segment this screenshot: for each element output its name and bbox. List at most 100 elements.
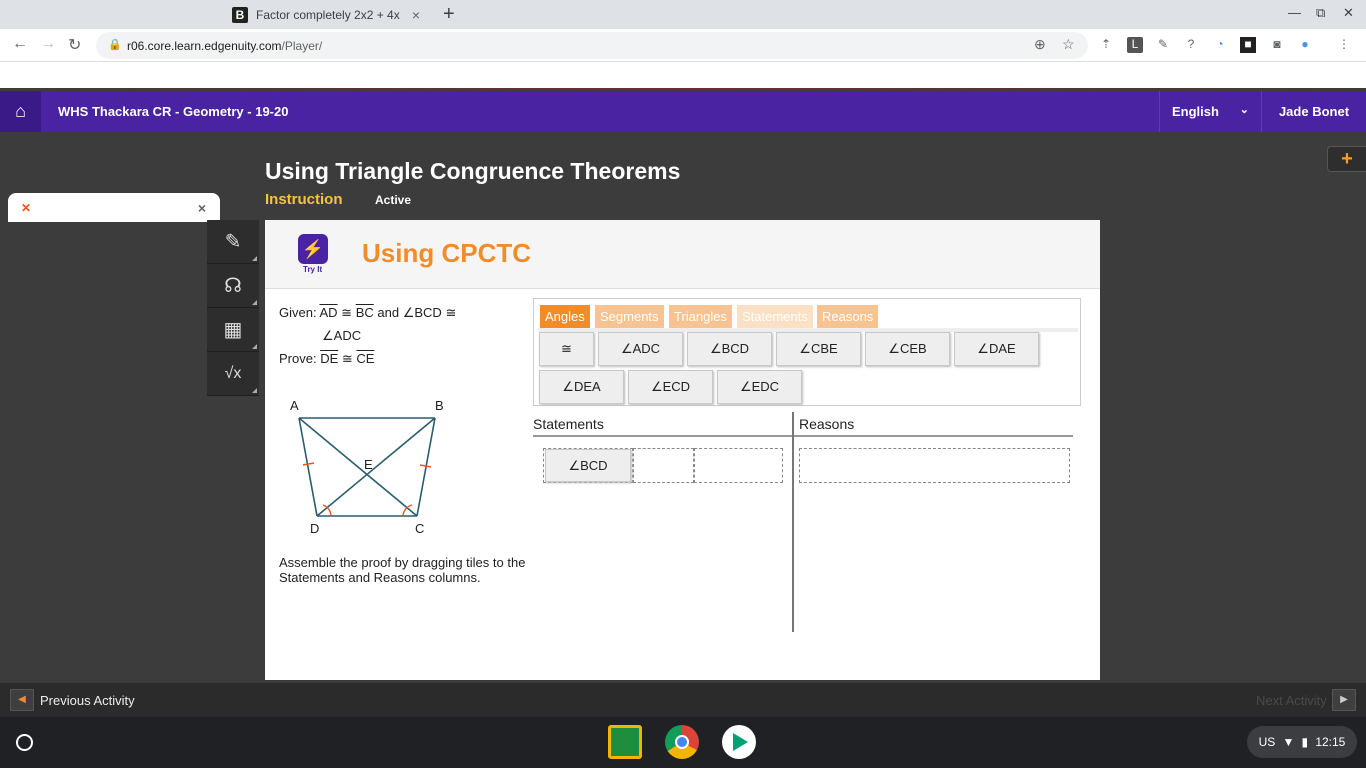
headphones-icon[interactable]: ☊ (207, 264, 259, 308)
extension-dark-icon[interactable]: ■ (1240, 37, 1256, 53)
user-name[interactable]: Jade Bonet (1261, 91, 1366, 132)
congruent-symbol: ≅ (445, 305, 457, 320)
tile-angle-cbe[interactable]: ∠CBE (776, 332, 861, 366)
label-d: D (310, 521, 319, 536)
tile-bank: Angles Segments Triangles Statements Rea… (533, 298, 1081, 406)
divider (0, 88, 1366, 90)
close-icon[interactable]: × (194, 200, 210, 216)
launcher-icon[interactable] (16, 734, 33, 751)
extension-icon[interactable]: ⇡ (1098, 37, 1114, 53)
tile-angle-edc[interactable]: ∠EDC (717, 370, 802, 404)
url-text: r06.core.learn.edgenuity.com/Player/ (127, 39, 322, 53)
plus-icon[interactable]: + (1327, 146, 1366, 172)
segment-bc-line (416, 417, 436, 517)
tool-rail: ✎ ☊ ▦ √x (207, 220, 259, 396)
browser-menu-icon[interactable]: ⋮ (1336, 37, 1352, 53)
segment-ad: AD (319, 305, 338, 320)
extension-circle-icon[interactable]: ◔ (1212, 37, 1228, 53)
previous-arrow-icon[interactable]: ◀ (10, 689, 34, 711)
reason-slot-1[interactable] (799, 448, 1070, 483)
divider (794, 435, 1073, 437)
tile-angle-adc[interactable]: ∠ADC (598, 332, 683, 366)
prove-label: Prove: (279, 351, 317, 366)
statement-slot-2[interactable] (633, 448, 694, 483)
language-select[interactable]: English ⌄ (1159, 91, 1261, 132)
ime-label: US (1258, 735, 1276, 749)
angle-bcd: ∠BCD (402, 305, 442, 320)
minimize-icon[interactable]: — (1288, 5, 1301, 20)
os-shelf: US ▼ ▮ 12:15 (0, 717, 1366, 768)
try-it-label: Try It (303, 265, 323, 274)
previous-activity-link[interactable]: Previous Activity (40, 693, 135, 708)
prove-line: Prove: DE ≅ CE (279, 347, 456, 370)
tick-mark-ad (302, 462, 315, 466)
label-a: A (290, 398, 299, 413)
statement-slot-1[interactable]: ∠BCD (543, 448, 633, 483)
extension-screenshot-icon[interactable]: ✎ (1155, 37, 1171, 53)
tile-congruent[interactable]: ≅ (539, 332, 594, 366)
angle-adc: ∠ADC (322, 328, 362, 343)
restore-icon[interactable]: ⧉ (1316, 5, 1325, 21)
reload-icon[interactable]: ↻ (68, 35, 81, 55)
section-label: Instruction (265, 191, 343, 208)
next-arrow-icon[interactable]: ▶ (1332, 689, 1356, 711)
forward-icon[interactable]: → (40, 35, 56, 53)
formula-icon[interactable]: √x (207, 352, 259, 396)
close-icon[interactable]: × (408, 7, 424, 23)
tab-statements[interactable]: Statements (737, 305, 813, 328)
extension-camera-icon[interactable]: ◙ (1269, 37, 1285, 53)
segment-ad-line (298, 417, 318, 517)
column-divider (792, 412, 794, 632)
reasons-header: Reasons (799, 416, 855, 432)
wifi-icon: ▼ (1282, 735, 1295, 749)
tab-title: Factor completely 2x2 + 4x − 2... (256, 7, 402, 22)
given-prove-text: Given: AD ≅ BC and ∠BCD ≅ ∠ADC Prove: DE… (279, 301, 456, 370)
status-label: Active (375, 193, 412, 207)
bookmark-star-icon[interactable]: ☆ (1062, 36, 1075, 53)
activity-frame: ⚡ Try It Using CPCTC Given: AD ≅ BC and … (265, 220, 1100, 680)
tile-angle-ceb[interactable]: ∠CEB (865, 332, 950, 366)
activity-header: ⚡ Try It Using CPCTC (265, 220, 1100, 289)
pencil-icon[interactable]: ✎ (207, 220, 259, 264)
instructions-text: Assemble the proof by dragging tiles to … (279, 555, 526, 585)
extension-help-icon[interactable]: ? (1183, 37, 1199, 53)
home-icon[interactable]: ⌂ (0, 91, 41, 132)
back-icon[interactable]: ← (12, 35, 28, 53)
window-close-icon[interactable]: ✕ (1343, 5, 1354, 21)
extension-l-icon[interactable]: L (1127, 37, 1143, 53)
segment-de: DE (320, 351, 339, 366)
chevron-down-icon: ⌄ (1239, 104, 1249, 116)
given-line: Given: AD ≅ BC and ∠BCD ≅ (279, 301, 456, 324)
browser-tab-brainly[interactable]: B Factor completely 2x2 + 4x − 2... × (222, 0, 434, 29)
app-header: ⌂ WHS Thackara CR - Geometry - 19-20 Eng… (0, 91, 1366, 132)
tab-triangles[interactable]: Triangles (669, 305, 732, 328)
calculator-icon[interactable]: ▦ (207, 308, 259, 352)
address-bar[interactable]: 🔒 r06.core.learn.edgenuity.com/Player/ ⊕… (96, 32, 1088, 59)
tile-angle-bcd[interactable]: ∠BCD (687, 332, 772, 366)
tile-angle-ecd[interactable]: ∠ECD (628, 370, 713, 404)
tab-segments[interactable]: Segments (595, 305, 664, 328)
microphone-icon[interactable]: ● (1297, 37, 1313, 53)
label-b: B (435, 398, 444, 413)
course-title: WHS Thackara CR - Geometry - 19-20 (58, 104, 289, 119)
statements-header: Statements (533, 416, 604, 432)
tile-angle-dea[interactable]: ∠DEA (539, 370, 624, 404)
chrome-app-icon[interactable] (665, 725, 699, 759)
tab-reasons[interactable]: Reasons (817, 305, 879, 328)
play-store-icon[interactable] (722, 725, 756, 759)
activity-title: Using CPCTC (362, 238, 531, 268)
placed-tile-angle-bcd[interactable]: ∠BCD (545, 449, 631, 482)
tab-angles[interactable]: Angles (540, 305, 590, 328)
triangle-diagram: A B E D C (290, 398, 444, 536)
new-tab-icon[interactable]: + (443, 3, 455, 26)
classroom-app-icon[interactable] (608, 725, 642, 759)
next-activity-link[interactable]: Next Activity (1256, 693, 1327, 708)
statement-slot-3[interactable] (694, 448, 783, 483)
browser-tab-edgenuity[interactable]: ✕ WHS Thackara CR - Geometry - 1 × (8, 193, 220, 222)
clock: 12:15 (1315, 735, 1346, 749)
status-tray[interactable]: US ▼ ▮ 12:15 (1247, 726, 1357, 758)
zoom-icon[interactable]: ⊕ (1034, 36, 1046, 53)
segment-ce: CE (356, 351, 375, 366)
tile-angle-dae[interactable]: ∠DAE (954, 332, 1039, 366)
given-label: Given: (279, 305, 317, 320)
